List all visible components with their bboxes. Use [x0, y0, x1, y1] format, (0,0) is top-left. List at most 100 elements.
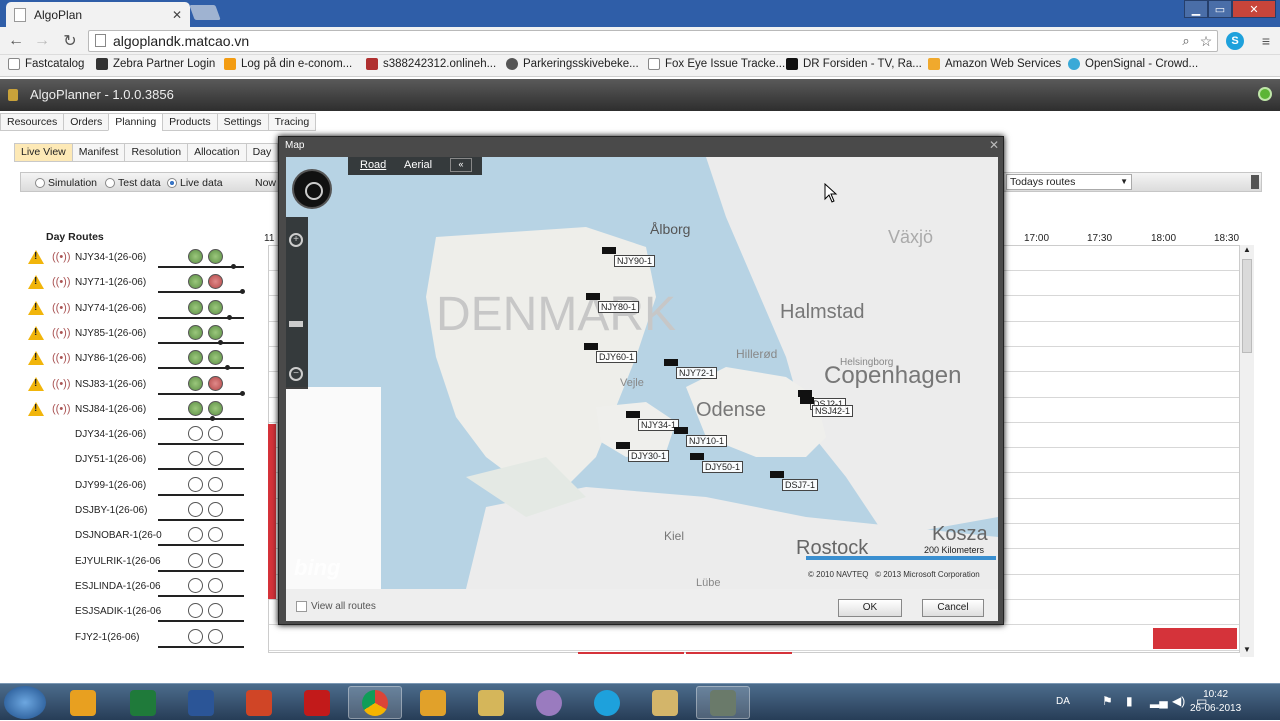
app-taskbar-button[interactable] — [406, 686, 460, 719]
routes-filter-select[interactable]: Todays routes ▼ — [1006, 174, 1132, 190]
close-icon[interactable]: ✕ — [989, 138, 999, 152]
route-row[interactable]: ESJLINDA-1(26-06 — [26, 576, 246, 601]
refresh-icon[interactable] — [1258, 87, 1272, 101]
star-icon[interactable]: ☆ — [1196, 31, 1216, 51]
chrome-taskbar-button[interactable] — [348, 686, 402, 719]
truck-icon[interactable] — [800, 397, 814, 404]
maximize-button[interactable]: ▭ — [1208, 0, 1232, 18]
truck-icon[interactable] — [770, 471, 784, 478]
tab-planning[interactable]: Planning — [108, 113, 164, 131]
route-row[interactable]: FJY2-1(26-06) — [26, 627, 246, 652]
route-row[interactable]: EJYULRIK-1(26-06 — [26, 551, 246, 576]
gantt-bar[interactable] — [268, 424, 276, 599]
scroll-up-icon[interactable]: ▲ — [1243, 245, 1251, 254]
route-row[interactable]: ((•)) NSJ83-1(26-06) — [26, 374, 246, 399]
reload-icon[interactable]: ↻ — [60, 31, 80, 51]
route-row[interactable]: DJY99-1(26-06) — [26, 475, 246, 500]
collapse-icon[interactable]: « — [450, 158, 472, 172]
skype-taskbar-button[interactable] — [580, 686, 634, 719]
tab-manifest[interactable]: Manifest — [71, 143, 126, 162]
language-indicator[interactable]: DA — [1056, 696, 1070, 707]
truck-icon[interactable] — [602, 247, 616, 254]
algoplanner-taskbar-button[interactable] — [696, 686, 750, 719]
excel-taskbar-button[interactable] — [116, 686, 170, 719]
cancel-button[interactable]: Cancel — [922, 599, 984, 617]
close-window-button[interactable]: ✕ — [1232, 0, 1276, 18]
start-button[interactable] — [4, 686, 46, 719]
search-icon[interactable]: ⌕ — [1176, 31, 1196, 51]
bookmark-item[interactable]: DR Forsiden - TV, Ra... — [786, 58, 922, 70]
bookmark-item[interactable]: s388242312.onlineh... — [366, 58, 496, 70]
view-all-routes-checkbox[interactable]: View all routes — [296, 601, 376, 612]
truck-icon[interactable] — [690, 453, 704, 460]
outlook-taskbar-button[interactable] — [56, 686, 110, 719]
route-row[interactable]: ESJSADIK-1(26-06 — [26, 601, 246, 626]
app-taskbar-button[interactable] — [522, 686, 576, 719]
forward-icon[interactable]: → — [32, 31, 52, 51]
browser-tab[interactable]: AlgoPlan ✕ — [6, 2, 190, 27]
acrobat-taskbar-button[interactable] — [290, 686, 344, 719]
close-tab-icon[interactable]: ✕ — [172, 8, 182, 22]
road-button[interactable]: Road — [360, 159, 386, 171]
route-row[interactable]: DJY34-1(26-06) — [26, 424, 246, 449]
new-tab-button[interactable] — [189, 5, 221, 20]
flag-icon[interactable]: ⚑ — [1102, 694, 1113, 708]
bookmark-item[interactable]: OpenSignal - Crowd... — [1068, 58, 1198, 70]
route-row[interactable]: ((•)) NJY74-1(26-06) — [26, 298, 246, 323]
bookmark-item[interactable]: Fastcatalog — [8, 58, 84, 70]
bookmark-item[interactable]: Amazon Web Services — [928, 58, 1061, 70]
zoom-slider[interactable] — [289, 321, 303, 327]
route-row[interactable]: DSJBY-1(26-06) — [26, 500, 246, 525]
tab-tracing[interactable]: Tracing — [267, 113, 317, 131]
tab-products[interactable]: Products — [162, 113, 218, 131]
route-row[interactable]: ((•)) NSJ84-1(26-06) — [26, 399, 246, 424]
gantt-bar[interactable] — [1153, 628, 1237, 649]
truck-icon[interactable] — [626, 411, 640, 418]
tab-allocation[interactable]: Allocation — [187, 143, 247, 162]
network-icon[interactable]: ▂▄ — [1150, 694, 1168, 708]
tab-orders[interactable]: Orders — [63, 113, 110, 131]
scrollbar[interactable]: ▲ ▼ — [1240, 245, 1254, 657]
tab-resolution[interactable]: Resolution — [124, 143, 189, 162]
route-row[interactable]: DSJNOBAR-1(26-0 — [26, 525, 246, 550]
scroll-down-icon[interactable]: ▼ — [1243, 645, 1251, 654]
route-row[interactable]: DJY51-1(26-06) — [26, 449, 246, 474]
options-toggle[interactable] — [1251, 175, 1259, 189]
route-row[interactable]: ((•)) NJY85-1(26-06) — [26, 323, 246, 348]
powerpoint-taskbar-button[interactable] — [232, 686, 286, 719]
back-icon[interactable]: ← — [6, 31, 26, 51]
scrollbar-thumb[interactable] — [1242, 259, 1252, 353]
test-data-radio[interactable]: Test data — [105, 177, 161, 189]
route-row[interactable]: ((•)) NJY86-1(26-06) — [26, 348, 246, 373]
power-icon[interactable]: ▮ — [1126, 694, 1133, 708]
menu-icon[interactable]: ≡ — [1256, 31, 1276, 51]
truck-icon[interactable] — [664, 359, 678, 366]
truck-icon[interactable] — [674, 427, 688, 434]
tab-day[interactable]: Day — [245, 143, 279, 162]
explorer-taskbar-button[interactable] — [638, 686, 692, 719]
skype-extension-icon[interactable]: S — [1226, 32, 1244, 50]
truck-icon[interactable] — [616, 442, 630, 449]
bookmark-item[interactable]: Fox Eye Issue Tracke... — [648, 58, 785, 70]
tab-live-view[interactable]: Live View — [14, 143, 73, 162]
route-row[interactable]: ((•)) NJY34-1(26-06) — [26, 247, 246, 272]
tab-resources[interactable]: Resources — [0, 113, 65, 131]
minimize-button[interactable]: ▁ — [1184, 0, 1208, 18]
bookmark-item[interactable]: Zebra Partner Login — [96, 58, 215, 70]
zoom-in-icon[interactable]: + — [289, 233, 303, 247]
bookmark-item[interactable]: Parkeringsskivebeke... — [506, 58, 639, 70]
truck-icon[interactable] — [586, 293, 600, 300]
word-taskbar-button[interactable] — [174, 686, 228, 719]
simulation-radio[interactable]: Simulation — [35, 177, 97, 189]
ok-button[interactable]: OK — [838, 599, 902, 617]
volume-icon[interactable]: ◀) — [1172, 694, 1185, 708]
route-row[interactable]: ((•)) NJY71-1(26-06) — [26, 272, 246, 297]
tab-settings[interactable]: Settings — [216, 113, 269, 131]
bookmark-item[interactable]: Log på din e-conom... — [224, 58, 352, 70]
map-view[interactable]: Road Aerial « + − Ålborg DENMARK Halmsta… — [286, 157, 998, 589]
truck-icon[interactable] — [798, 390, 812, 397]
address-bar[interactable]: algoplandk.matcao.vn — [88, 30, 1218, 52]
clock[interactable]: 10:42 26-06-2013 — [1190, 688, 1241, 716]
live-data-radio[interactable]: Live data — [167, 177, 223, 189]
folder-taskbar-button[interactable] — [464, 686, 518, 719]
